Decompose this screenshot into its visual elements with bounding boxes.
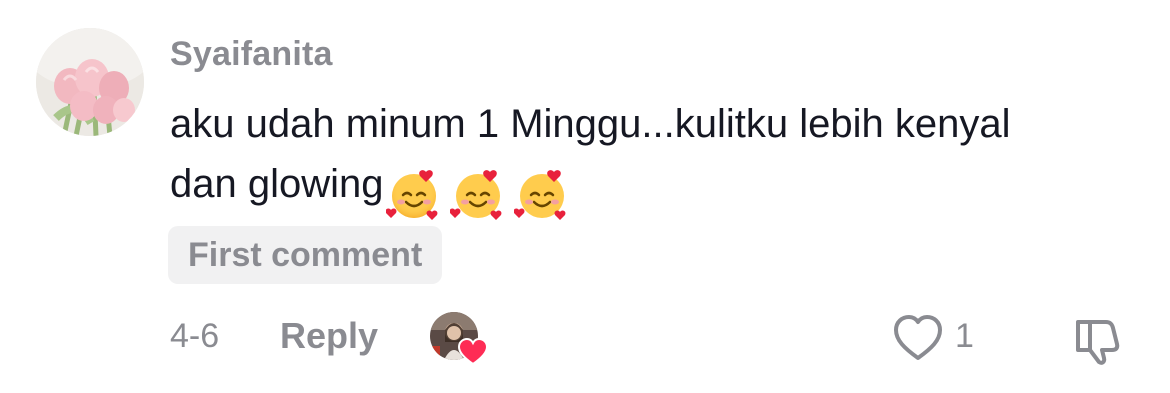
comment-body: aku udah minum 1 Minggu...kulitku lebih … xyxy=(170,102,1011,206)
first-comment-badge: First comment xyxy=(168,226,443,284)
avatar-image xyxy=(36,28,144,136)
comment-text: aku udah minum 1 Minggu...kulitku lebih … xyxy=(170,94,1070,222)
smiling-face-with-hearts-icon xyxy=(513,170,565,221)
comment-item: Syaifanita aku udah minum 1 Minggu...kul… xyxy=(0,0,1170,393)
comment-username[interactable]: Syaifanita xyxy=(170,34,333,74)
comment-date: 4-6 xyxy=(170,317,220,355)
heart-filled-icon xyxy=(458,338,488,366)
heart-outline-icon[interactable] xyxy=(890,312,946,364)
comment-actions: 4-6 Reply 1 xyxy=(0,306,1170,366)
emoji-group xyxy=(385,162,578,222)
user-avatar[interactable] xyxy=(36,28,144,136)
creator-liked-indicator xyxy=(430,312,488,368)
smiling-face-with-hearts-icon xyxy=(449,170,501,221)
like-count: 1 xyxy=(955,317,974,355)
thumbs-down-outline-icon[interactable] xyxy=(1070,314,1126,366)
smiling-face-with-hearts-icon xyxy=(385,170,437,221)
reply-button[interactable]: Reply xyxy=(280,316,378,356)
